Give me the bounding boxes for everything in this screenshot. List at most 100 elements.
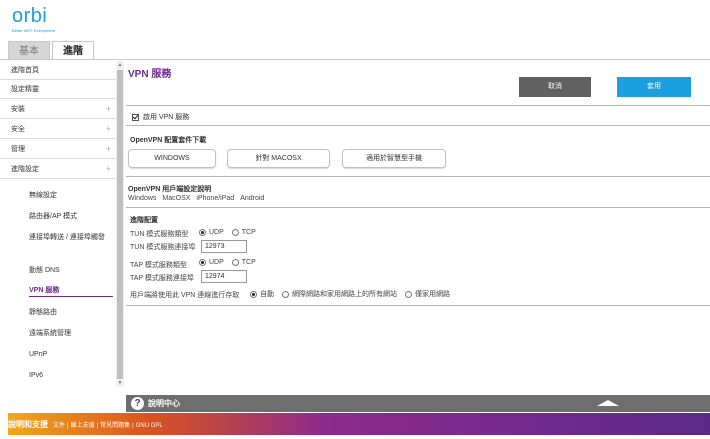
logo-tagline: Better WiFi. Everywhere. <box>12 28 57 33</box>
tun-udp-option[interactable]: UDP <box>199 229 224 236</box>
scroll-up-arrow-icon[interactable]: ▲ <box>116 61 124 69</box>
access-auto-option[interactable]: 自動 <box>250 289 274 299</box>
sidebar-item-security[interactable]: 安全 + <box>0 120 116 139</box>
sidebar-sub-static-routes[interactable]: 靜態路由 <box>0 308 116 318</box>
expand-plus-icon[interactable]: + <box>106 120 111 139</box>
section-divider <box>126 207 710 208</box>
client-access-radios: 自動 網際網路和家用網路上的所有網站 僅家用網路 <box>250 289 458 299</box>
footer-link-gnu-gpl[interactable]: GNU GPL <box>136 423 163 429</box>
footer-link-online-support[interactable]: 線上支援 <box>71 420 95 429</box>
sidebar-item-label: 安裝 <box>11 106 25 113</box>
tab-advanced[interactable]: 進階 <box>52 41 94 60</box>
guide-link-android[interactable]: Android <box>240 195 264 202</box>
access-auto-radio[interactable] <box>250 290 257 298</box>
sidebar-sub-router-ap-mode[interactable]: 路由器/AP 模式 <box>0 212 116 222</box>
footer-separator: | <box>132 423 134 429</box>
sidebar-item-administration[interactable]: 管理 + <box>0 140 116 159</box>
footer-content: 說明和支援 文件 | 線上支援 | 常見問題集 | GNU GPL <box>8 419 163 430</box>
sidebar-item-label: 管理 <box>11 146 25 153</box>
tap-tcp-radio[interactable] <box>231 259 239 266</box>
tun-udp-label: UDP <box>209 229 224 236</box>
sidebar-item-advanced-setup[interactable]: 進階設定 + <box>0 160 116 179</box>
sidebar-item-label: 進階設定 <box>11 166 39 173</box>
tun-port-input[interactable]: 12973 <box>201 240 247 253</box>
sidebar-sub-remote-management[interactable]: 遠端系統管理 <box>0 329 116 339</box>
scroll-down-arrow-icon[interactable]: ▼ <box>116 379 124 387</box>
sidebar-sub-port-forwarding[interactable]: 連接埠轉送 / 連接埠觸發 <box>0 233 112 243</box>
guide-link-iphone-ipad[interactable]: iPhone/iPad <box>196 195 234 202</box>
tun-tcp-label: TCP <box>241 229 256 236</box>
access-home-only-label: 僅家用網路 <box>415 291 450 298</box>
user-guide-title: OpenVPN 用戶端設定說明 <box>128 186 212 193</box>
access-home-only-radio[interactable] <box>405 290 412 298</box>
expand-plus-icon[interactable]: + <box>106 160 111 179</box>
access-auto-label: 自動 <box>260 291 274 298</box>
enable-vpn-row[interactable]: 啟用 VPN 服務 <box>132 112 189 122</box>
sidebar-item-label: 安全 <box>11 126 25 133</box>
sidebar-sub-ipv6[interactable]: IPv6 <box>0 371 116 381</box>
scrollbar-thumb[interactable] <box>117 70 123 379</box>
tap-udp-label: UDP <box>209 259 224 266</box>
download-smartphone-button[interactable]: 適用於智慧型手機 <box>342 149 446 168</box>
logo-wordmark: orbi <box>12 5 48 27</box>
tun-service-type-label: TUN 模式服務類型 <box>130 231 189 238</box>
tap-tcp-option[interactable]: TCP <box>231 259 256 266</box>
cancel-button[interactable]: 取消 <box>519 77 591 97</box>
expand-plus-icon[interactable]: + <box>106 100 111 119</box>
footer-link-documentation[interactable]: 文件 <box>53 420 65 429</box>
guide-link-macosx[interactable]: MacOSX <box>162 195 190 202</box>
active-item-underline <box>29 296 113 297</box>
sidebar-item-advanced-home[interactable]: 進階首頁 <box>0 61 116 80</box>
footer-separator: | <box>96 423 99 429</box>
enable-vpn-label: 啟用 VPN 服務 <box>143 114 190 121</box>
sidebar-nav: 進階首頁 設定精靈 安裝 + 安全 + 管理 + 進階設定 + 無線設定 路由器/AP … <box>0 61 116 387</box>
tap-udp-option[interactable]: UDP <box>199 259 224 266</box>
section-divider <box>126 176 710 177</box>
access-home-only-option[interactable]: 僅家用網路 <box>405 289 450 299</box>
header-divider <box>0 59 710 60</box>
page-title: VPN 服務 <box>128 69 172 80</box>
orbi-logo: orbi Better WiFi. Everywhere. <box>12 6 56 33</box>
enable-vpn-checkbox[interactable] <box>132 113 139 121</box>
tun-port-label: TUN 模式服務連接埠 <box>130 244 196 251</box>
download-section-title: OpenVPN 配置套件下載 <box>130 137 207 144</box>
expand-up-arrow-icon[interactable] <box>597 400 619 406</box>
apply-button[interactable]: 套用 <box>617 77 691 97</box>
footer-support-bar: 說明和支援 文件 | 線上支援 | 常見問題集 | GNU GPL <box>8 413 710 435</box>
tap-service-type-radios: UDP TCP <box>199 259 264 266</box>
sidebar-item-setup-wizard[interactable]: 設定精靈 <box>0 80 116 99</box>
client-access-label: 用戶端將使用此 VPN 連線進行存取 <box>130 292 240 299</box>
section-divider <box>126 305 710 306</box>
sidebar-scrollbar[interactable]: ▲ ▼ <box>116 61 124 387</box>
section-divider <box>126 125 710 126</box>
tap-port-input[interactable]: 12974 <box>201 270 247 283</box>
guide-link-windows[interactable]: Windows <box>128 195 156 202</box>
user-guide-links: Windows MacOSX iPhone/iPad Android <box>128 195 264 202</box>
section-divider <box>126 105 710 106</box>
tap-port-label: TAP 模式服務連接埠 <box>130 275 194 282</box>
access-all-sites-option[interactable]: 網際網路和家用網路上的所有網站 <box>282 289 397 299</box>
help-question-icon: ? <box>131 397 144 410</box>
footer-title: 說明和支援 <box>8 420 48 429</box>
tab-basic[interactable]: 基本 <box>8 41 50 60</box>
tap-service-type-label: TAP 模式服務類型 <box>130 262 187 269</box>
expand-plus-icon[interactable]: + <box>106 140 111 159</box>
access-all-sites-radio[interactable] <box>282 290 289 298</box>
access-all-sites-label: 網際網路和家用網路上的所有網站 <box>292 291 397 298</box>
tun-tcp-option[interactable]: TCP <box>231 229 256 236</box>
help-center-bar[interactable]: ? 說明中心 <box>126 395 710 412</box>
sidebar-sub-upnp[interactable]: UPnP <box>0 350 116 360</box>
tap-udp-radio[interactable] <box>199 259 206 266</box>
download-windows-button[interactable]: WINDOWS <box>128 149 216 168</box>
tun-tcp-radio[interactable] <box>231 229 239 236</box>
tun-udp-radio[interactable] <box>199 229 206 236</box>
tun-service-type-radios: UDP TCP <box>199 229 264 236</box>
sidebar-item-setup[interactable]: 安裝 + <box>0 100 116 119</box>
sidebar-sub-dynamic-dns[interactable]: 動態 DNS <box>0 266 116 276</box>
download-macosx-button[interactable]: 針對 MACOSX <box>227 149 330 168</box>
sidebar-item-label: 設定精靈 <box>11 86 39 93</box>
sidebar-sub-wireless-settings[interactable]: 無線設定 <box>0 191 116 201</box>
footer-link-faq[interactable]: 常見問題集 <box>100 420 130 429</box>
sidebar-sub-vpn-service[interactable]: VPN 服務 <box>0 286 116 296</box>
footer-separator: | <box>67 423 69 429</box>
